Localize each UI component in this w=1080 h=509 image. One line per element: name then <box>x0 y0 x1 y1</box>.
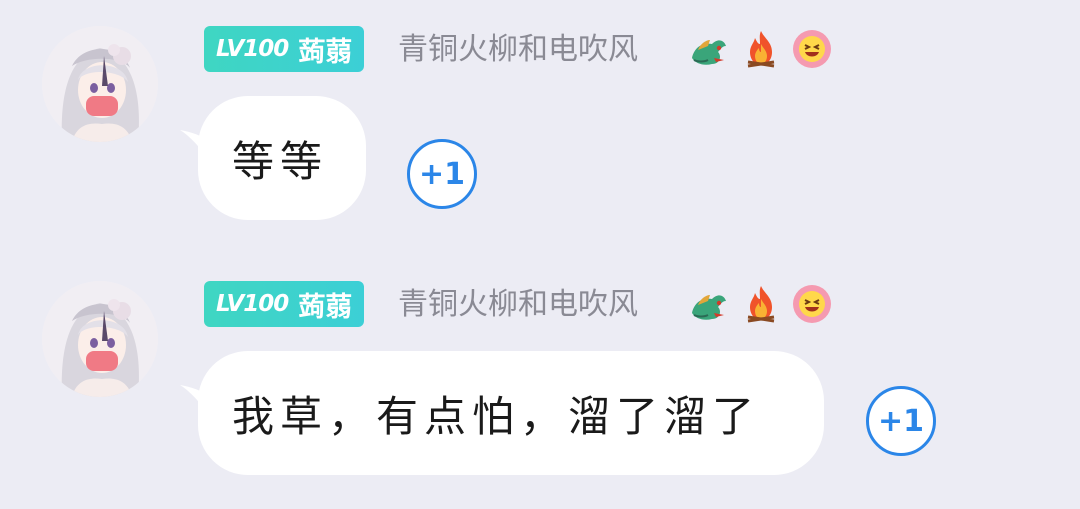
level-label: LV100 <box>216 36 289 62</box>
chat-message: LV100 蒟蒻 青铜火柳和电吹风 等等 +1 <box>0 0 1080 230</box>
dragon-icon <box>688 283 730 325</box>
username[interactable]: 青铜火柳和电吹风 <box>398 30 638 70</box>
message-text: 等等 <box>232 136 329 186</box>
badge-title: 蒟蒻 <box>298 291 353 323</box>
plus-one-button[interactable]: +1 <box>407 139 477 209</box>
laughing-face-icon <box>791 283 833 325</box>
user-avatar[interactable] <box>42 26 158 142</box>
level-badge[interactable]: LV100 蒟蒻 <box>204 281 365 327</box>
level-badge[interactable]: LV100 蒟蒻 <box>204 26 365 72</box>
dragon-icon <box>688 28 730 70</box>
chat-message: LV100 蒟蒻 青铜火柳和电吹风 我草，有点怕，溜了溜了 +1 <box>0 255 1080 485</box>
user-avatar[interactable] <box>42 281 158 397</box>
plus-one-button[interactable]: +1 <box>866 386 936 456</box>
laughing-face-icon <box>791 28 833 70</box>
level-label: LV100 <box>216 291 289 317</box>
username[interactable]: 青铜火柳和电吹风 <box>398 285 638 325</box>
message-bubble[interactable]: 我草，有点怕，溜了溜了 <box>198 351 824 475</box>
fire-icon <box>740 283 782 325</box>
message-bubble[interactable]: 等等 <box>198 96 366 220</box>
fire-icon <box>740 28 782 70</box>
badge-title: 蒟蒻 <box>298 36 353 68</box>
message-text: 我草，有点怕，溜了溜了 <box>232 391 761 441</box>
